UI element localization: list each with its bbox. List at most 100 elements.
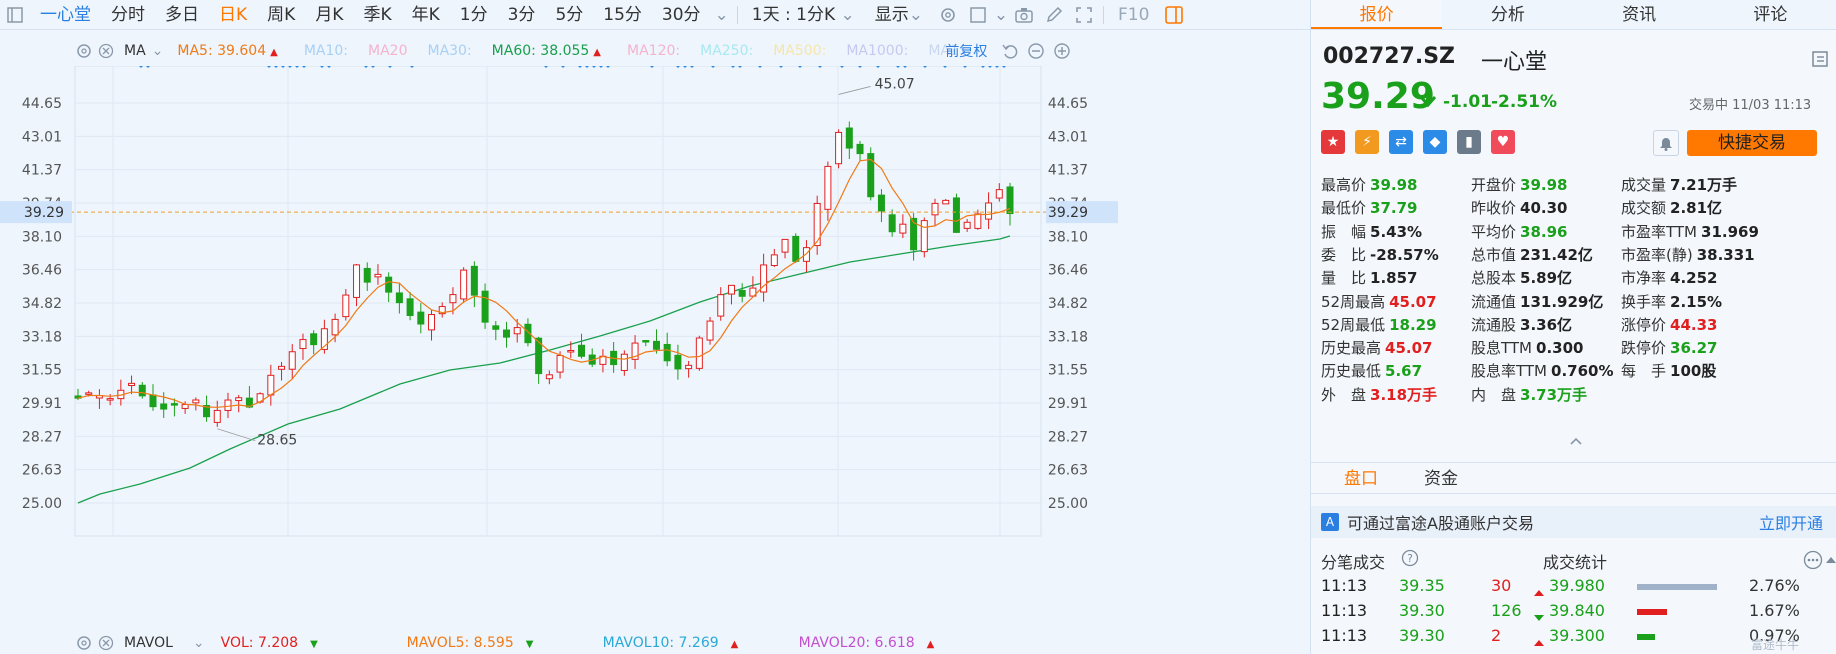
camera-icon[interactable] <box>1009 0 1039 30</box>
collapse-icon[interactable] <box>1569 435 1583 449</box>
panel-toggle-icon[interactable] <box>1159 0 1189 30</box>
sidebar-toggle-icon[interactable] <box>0 0 30 30</box>
fullscreen-icon[interactable] <box>1069 0 1099 30</box>
y-tick-right: 31.55 <box>1048 363 1088 379</box>
quote-item: 成交量 7.21万手 <box>1621 174 1737 197</box>
quote-value: 0.300 <box>1536 339 1584 358</box>
display-menu[interactable]: 显示⌄ <box>865 0 933 30</box>
quote-item: 振 幅 5.43% <box>1321 221 1422 244</box>
quote-value: 2.81亿 <box>1670 199 1723 218</box>
quick-trade-button[interactable]: 快捷交易 <box>1687 130 1817 156</box>
subtab-capital[interactable]: 资金 <box>1411 463 1471 493</box>
tick-price: 39.30 <box>1399 626 1445 645</box>
candle-body <box>888 214 896 233</box>
ma-label: MA500: <box>773 43 827 59</box>
period-tab[interactable]: 30分 <box>652 0 711 30</box>
help-icon[interactable]: ? <box>1401 549 1419 571</box>
period-tab[interactable]: 日K <box>209 0 257 30</box>
stock-name-tab[interactable]: 一心堂 <box>30 0 101 30</box>
ma-label: MA1000: <box>846 43 909 59</box>
y-tick-right: 29.91 <box>1048 396 1088 412</box>
china-flag-icon[interactable]: ★ <box>1321 130 1345 154</box>
indicator-name[interactable]: MAVOL <box>124 635 173 651</box>
quote-tab[interactable]: 资讯 <box>1574 0 1705 29</box>
period-tab[interactable]: 周K <box>257 0 305 30</box>
ma-value: MA120: <box>627 43 680 59</box>
candlestick-chart[interactable]: 44.6544.6543.0143.0141.3741.3739.7439.74… <box>0 66 1310 632</box>
settings-icon[interactable] <box>933 0 963 30</box>
panel-menu-icon[interactable] <box>1811 50 1829 72</box>
quote-value: 5.43% <box>1370 222 1423 241</box>
period-tab[interactable]: 5分 <box>545 0 593 30</box>
period-tab[interactable]: 分时 <box>101 0 155 30</box>
more-icon[interactable] <box>1803 550 1823 574</box>
mode-select[interactable]: 1天 : 1分K ⌄ <box>742 0 865 30</box>
low-annotation-line <box>217 428 256 442</box>
candle-body <box>577 344 585 357</box>
quote-value: 3.18万手 <box>1370 385 1438 404</box>
quote-tab[interactable]: 报价 <box>1311 0 1443 29</box>
shuffle-icon[interactable]: ⇄ <box>1389 130 1413 154</box>
candle-body <box>674 354 682 370</box>
pen-icon[interactable] <box>1039 0 1069 30</box>
candle-body <box>85 392 93 395</box>
period-tab[interactable]: 15分 <box>593 0 652 30</box>
period-tab[interactable]: 月K <box>305 0 353 30</box>
lightning-icon[interactable]: ⚡ <box>1355 130 1379 154</box>
close-icon[interactable] <box>98 635 114 651</box>
quote-item: 委 比 -28.57% <box>1321 244 1439 267</box>
tag-icon[interactable]: ◆ <box>1423 130 1447 154</box>
open-account-link[interactable]: 立即开通 <box>1759 510 1823 534</box>
quote-item: 量 比 1.857 <box>1321 267 1417 290</box>
chevron-down-icon[interactable]: ⌄ <box>711 0 733 30</box>
subtab-orderbook[interactable]: 盘口 <box>1311 463 1411 493</box>
quote-tab[interactable]: 分析 <box>1442 0 1573 29</box>
chevron-down-icon[interactable]: ⌄ <box>193 635 205 651</box>
bookmark-icon[interactable]: ▮ <box>1457 130 1481 154</box>
quote-tab[interactable]: 评论 <box>1705 0 1836 29</box>
period-tab[interactable]: 季K <box>353 0 401 30</box>
close-icon[interactable] <box>98 43 114 59</box>
candle-body <box>481 290 489 323</box>
candle-body <box>845 127 853 149</box>
quote-item: 每 手 100股 <box>1621 360 1716 383</box>
trend-arrow-icon: ▼ <box>310 639 318 650</box>
indicator-settings-icon[interactable] <box>76 43 92 59</box>
quote-label: 历史最低 <box>1321 362 1382 381</box>
adjust-mode[interactable]: 前复权 <box>945 41 987 61</box>
trend-arrow-icon: ▲ <box>926 639 935 650</box>
indicator-name[interactable]: MA <box>124 43 146 59</box>
candle-body <box>685 364 693 370</box>
period-tab[interactable]: 3分 <box>498 0 546 30</box>
quote-value: 39.98 <box>1370 176 1418 194</box>
candle-body <box>128 382 136 386</box>
indicator-settings-icon[interactable] <box>76 635 92 651</box>
chart-type-icon[interactable] <box>963 0 993 30</box>
zoom-out-icon[interactable] <box>1027 42 1045 60</box>
price-change: -1.01 <box>1443 92 1492 112</box>
heart-icon[interactable]: ♥ <box>1491 130 1515 154</box>
volume-indicator-bar: MAVOL ⌄ VOL: 7.208 ▼ MAVOL5: 8.595 ▼ MAVOL10… <box>0 632 1310 654</box>
bell-icon[interactable] <box>1653 130 1679 156</box>
ma-label: MA250: <box>700 43 754 59</box>
candle-body <box>342 294 350 318</box>
trading-status: 交易中 11/03 11:13 <box>1689 98 1812 113</box>
chevron-down-icon[interactable]: ⌄ <box>993 0 1009 30</box>
period-tab[interactable]: 多日 <box>155 0 209 30</box>
chevron-down-icon[interactable]: ⌄ <box>152 43 164 59</box>
undo-icon[interactable] <box>1001 42 1019 60</box>
quote-label: 市盈率(静) <box>1621 245 1693 264</box>
zoom-in-icon[interactable] <box>1053 42 1071 60</box>
period-tabs: 分时 多日 日K 周K 月K 季K 年K 1分 3分 5分 15分 30分 <box>101 0 711 30</box>
tick-price: 39.35 <box>1399 576 1445 595</box>
period-tab[interactable]: 1分 <box>450 0 498 30</box>
y-tick-left: 28.27 <box>22 429 62 445</box>
quote-value: 5.67 <box>1385 362 1423 381</box>
quote-label: 52周最高 <box>1321 292 1386 311</box>
scroll-up-icon[interactable] <box>1825 550 1836 569</box>
f10-button[interactable]: F10 <box>1108 0 1159 30</box>
period-tab[interactable]: 年K <box>402 0 450 30</box>
candle-body <box>181 404 189 409</box>
candle-body <box>781 238 789 253</box>
y-tick-left: 31.55 <box>22 363 62 379</box>
